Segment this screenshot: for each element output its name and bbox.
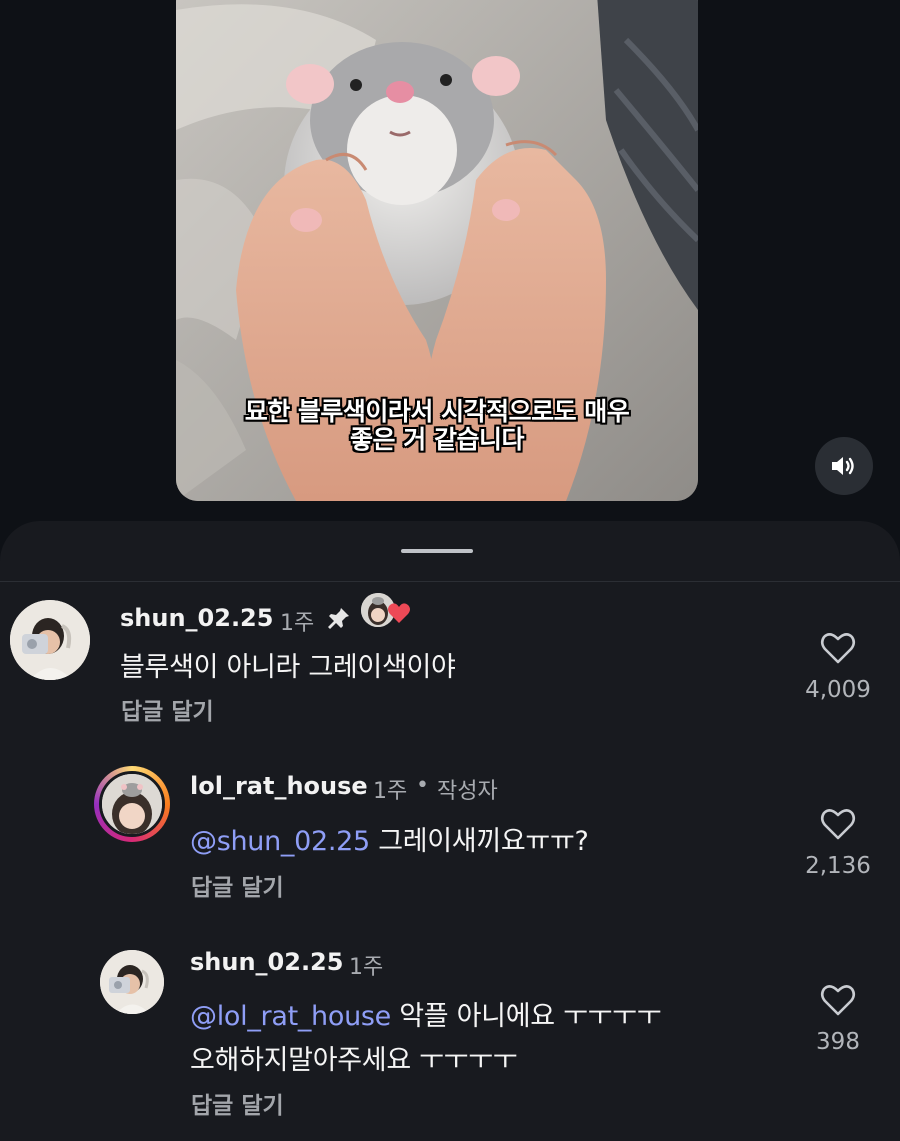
sound-toggle-button[interactable] bbox=[815, 437, 873, 495]
comment-username[interactable]: lol_rat_house bbox=[190, 772, 368, 800]
comment-username[interactable]: shun_02.25 bbox=[190, 948, 343, 976]
comment-text-line-2: 오해하지말아주세요 ㅜㅜㅜㅜ bbox=[190, 1045, 518, 1076]
drag-handle[interactable] bbox=[401, 549, 473, 553]
video-player[interactable]: 묘한 블루색이라서 시각적으로도 매우 좋은 거 같습니다 bbox=[176, 0, 698, 501]
mention-link[interactable]: @lol_rat_house bbox=[190, 1001, 391, 1032]
comment-time: 1주 bbox=[349, 955, 384, 980]
pin-icon bbox=[328, 608, 349, 629]
reply-button[interactable]: 답글 달기 bbox=[121, 692, 214, 726]
reply-button[interactable]: 답글 달기 bbox=[191, 1086, 284, 1120]
comments-sheet: shun_02.25 1주 블루색이 아니라 그레이색이야 답글 달기 4,00… bbox=[0, 521, 900, 1141]
mention-link[interactable]: @shun_02.25 bbox=[190, 826, 370, 857]
screen: 묘한 블루색이라서 시각적으로도 매우 좋은 거 같습니다 shun_02.25… bbox=[0, 0, 900, 1141]
video-caption-line-2: 좋은 거 같습니다 bbox=[350, 425, 524, 454]
like-heart-icon[interactable] bbox=[820, 631, 856, 665]
comment-username[interactable]: shun_02.25 bbox=[120, 604, 273, 632]
speaker-on-icon bbox=[832, 457, 854, 475]
avatar[interactable] bbox=[100, 950, 164, 1014]
comment-text: @lol_rat_house 악플 아니에요 ㅜㅜㅜㅜ bbox=[190, 994, 662, 1033]
like-heart-icon[interactable] bbox=[820, 807, 856, 841]
avatar[interactable] bbox=[99, 771, 165, 837]
like-count: 398 bbox=[816, 1029, 860, 1055]
comment-time: 1주 bbox=[280, 611, 315, 636]
comment-text: 블루색이 아니라 그레이색이야 bbox=[120, 652, 456, 683]
comment-text: @shun_02.25 그레이새끼요ㅠㅠ? bbox=[190, 819, 589, 858]
reply-button[interactable]: 답글 달기 bbox=[191, 868, 284, 902]
like-heart-icon[interactable] bbox=[820, 983, 856, 1017]
avatar-image bbox=[102, 774, 162, 834]
author-badge: 작성자 bbox=[437, 779, 498, 804]
avatar-image bbox=[100, 950, 164, 1014]
comment-body: 악플 아니에요 ㅜㅜㅜㅜ bbox=[390, 1001, 662, 1032]
heart-red-icon bbox=[388, 603, 410, 623]
comment-time: 1주 bbox=[373, 779, 408, 804]
like-count: 2,136 bbox=[805, 853, 871, 879]
meta-separator: • bbox=[416, 773, 429, 798]
divider bbox=[0, 581, 900, 582]
like-count: 4,009 bbox=[805, 677, 871, 703]
avatar[interactable] bbox=[10, 600, 90, 680]
comment-body: 그레이새끼요ㅠㅠ? bbox=[369, 826, 589, 857]
avatar-image bbox=[10, 600, 90, 680]
